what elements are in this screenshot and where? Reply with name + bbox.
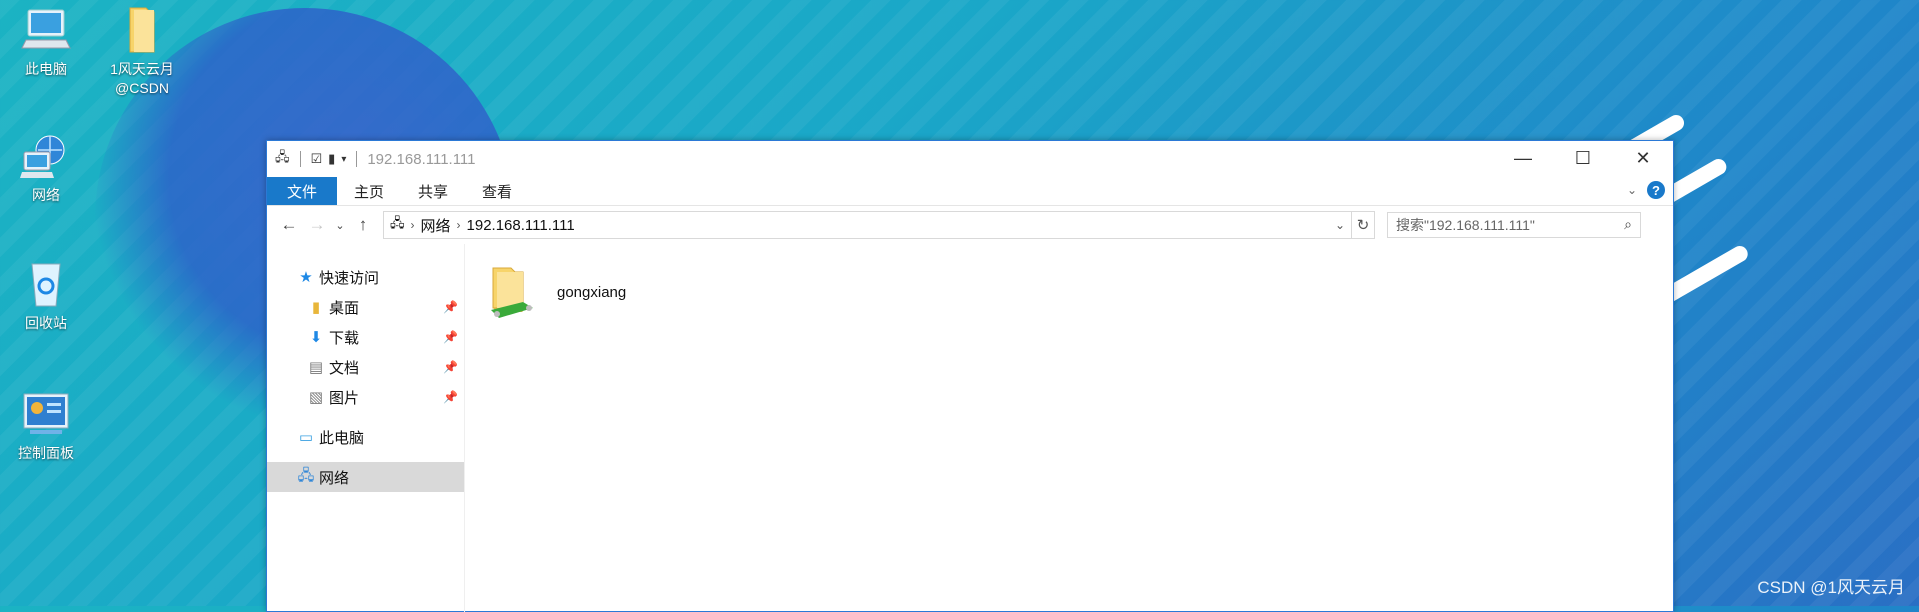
- sidebar-item-quick-access[interactable]: ★ 快速访问: [267, 262, 464, 292]
- sidebar-item-label: 下载: [329, 329, 360, 347]
- address-dropdown-icon[interactable]: ⌄: [1335, 218, 1345, 232]
- breadcrumb-separator-icon[interactable]: ›: [457, 218, 461, 232]
- breadcrumb-separator-icon[interactable]: ›: [411, 218, 415, 232]
- address-bar[interactable]: 🖧 › 网络 › 192.168.111.111 ⌄: [383, 211, 1352, 239]
- desktop-icon-label: 1风天云月 @CSDN: [110, 61, 174, 96]
- downloads-icon: ⬇: [309, 329, 323, 346]
- sidebar-item-label: 桌面: [329, 299, 360, 317]
- sidebar-item-desktop[interactable]: ▮ 桌面 📌: [267, 292, 464, 322]
- forward-button[interactable]: →: [303, 215, 331, 235]
- computer-icon: ▭: [298, 429, 314, 446]
- expand-ribbon-chevron-icon[interactable]: ⌄: [1627, 183, 1637, 197]
- sidebar-item-label: 快速访问: [319, 269, 380, 287]
- network-icon: 🖧: [297, 466, 315, 484]
- ribbon-tabs: 文件 主页 共享 查看 ⌄ ?: [267, 177, 1673, 206]
- desktop-icon-label: 网络: [32, 187, 60, 203]
- pictures-icon: ▧: [308, 389, 324, 406]
- desktop-icon-label: 此电脑: [25, 61, 67, 77]
- maximize-button[interactable]: ☐: [1553, 141, 1613, 175]
- control-panel-icon: [23, 393, 69, 434]
- minimize-button[interactable]: —: [1493, 141, 1553, 175]
- navigation-pane: ★ 快速访问 ▮ 桌面 📌 ⬇ 下载 📌 ▤ 文档 📌 ▧ 图片 📌 ▭ 此电脑…: [267, 244, 465, 612]
- sidebar-item-label: 此电脑: [319, 429, 365, 447]
- folder-icon: [129, 7, 155, 53]
- tab-share[interactable]: 共享: [401, 177, 465, 205]
- documents-icon: ▤: [308, 359, 324, 376]
- sidebar-item-this-pc[interactable]: ▭ 此电脑: [267, 422, 464, 452]
- quick-access-toolbar: 🖧 ☑ ▮ ▾: [267, 148, 361, 170]
- close-button[interactable]: ✕: [1613, 141, 1673, 175]
- sidebar-item-documents[interactable]: ▤ 文档 📌: [267, 352, 464, 382]
- pin-icon: 📌: [443, 330, 458, 344]
- up-button[interactable]: ↑: [349, 215, 377, 235]
- explorer-window: 🖧 ☑ ▮ ▾ 192.168.111.111 — ☐ ✕ 文件 主页 共享 查…: [266, 140, 1674, 612]
- desktop-icon-control-panel[interactable]: 控制面板: [0, 388, 92, 463]
- network-small-icon: 🖧: [390, 215, 405, 230]
- sidebar-item-label: 文档: [329, 359, 360, 377]
- watermark: CSDN @1风天云月: [1757, 578, 1905, 597]
- sidebar-item-pictures[interactable]: ▧ 图片 📌: [267, 382, 464, 412]
- desktop-icon-recycle-bin[interactable]: 回收站: [0, 258, 92, 333]
- sidebar-item-network[interactable]: 🖧 网络: [267, 462, 464, 492]
- explorer-body: ★ 快速访问 ▮ 桌面 📌 ⬇ 下载 📌 ▤ 文档 📌 ▧ 图片 📌 ▭ 此电脑…: [267, 244, 1673, 612]
- new-folder-icon[interactable]: ▮: [328, 151, 335, 167]
- list-item[interactable]: gongxiang: [489, 264, 626, 320]
- network-small-icon: 🖧: [275, 149, 290, 164]
- desktop-icon-this-pc[interactable]: 此电脑: [0, 4, 92, 79]
- desktop-folder-icon: ▮: [311, 299, 321, 316]
- breadcrumb-current[interactable]: 192.168.111.111: [467, 217, 575, 234]
- navigation-bar: ← → ⌄ ↑ 🖧 › 网络 › 192.168.111.111 ⌄ ↻ 搜索"…: [267, 206, 1673, 244]
- desktop-icon-label: 控制面板: [18, 445, 74, 461]
- computer-icon: [21, 9, 71, 49]
- pin-icon: 📌: [443, 390, 458, 404]
- tab-home[interactable]: 主页: [337, 177, 401, 205]
- file-list: gongxiang: [465, 244, 1673, 612]
- window-controls: — ☐ ✕: [1493, 141, 1673, 175]
- title-bar: 🖧 ☑ ▮ ▾ 192.168.111.111 — ☐ ✕: [267, 141, 1673, 177]
- back-button[interactable]: ←: [275, 215, 303, 235]
- refresh-button[interactable]: ↻: [1352, 211, 1375, 239]
- star-icon: ★: [299, 269, 313, 286]
- breadcrumb-network[interactable]: 网络: [421, 215, 451, 236]
- help-icon[interactable]: ?: [1647, 181, 1665, 199]
- shared-folder-icon: [491, 267, 533, 318]
- pin-icon: 📌: [443, 360, 458, 374]
- search-input[interactable]: 搜索"192.168.111.111" ⌕: [1387, 212, 1641, 238]
- search-placeholder: 搜索"192.168.111.111": [1396, 217, 1535, 233]
- item-name: gongxiang: [557, 283, 627, 301]
- sidebar-item-downloads[interactable]: ⬇ 下载 📌: [267, 322, 464, 352]
- desktop-icon-network[interactable]: 网络: [0, 130, 92, 205]
- sidebar-item-label: 网络: [319, 469, 350, 487]
- tab-view[interactable]: 查看: [465, 177, 529, 205]
- network-icon: [20, 135, 65, 178]
- sidebar-item-label: 图片: [329, 389, 360, 407]
- window-title: 192.168.111.111: [367, 150, 476, 168]
- tab-file[interactable]: 文件: [267, 177, 338, 205]
- pin-icon: 📌: [443, 300, 458, 314]
- properties-icon[interactable]: ☑: [311, 151, 323, 167]
- desktop-icon-folder[interactable]: 1风天云月 @CSDN: [96, 4, 188, 98]
- recycle-bin-icon: [31, 263, 61, 307]
- recent-locations-chevron-icon[interactable]: ⌄: [331, 219, 349, 232]
- desktop-icon-label: 回收站: [25, 315, 67, 331]
- search-icon[interactable]: ⌕: [1624, 216, 1632, 233]
- customize-toolbar-chevron-icon[interactable]: ▾: [341, 154, 346, 165]
